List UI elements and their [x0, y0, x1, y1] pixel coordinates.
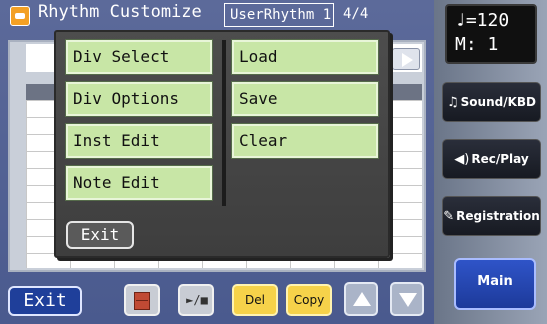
clear-button[interactable]: Clear	[231, 123, 379, 159]
music-note-icon: ♫	[446, 94, 459, 110]
sound-kbd-label: Sound/KBD	[460, 95, 536, 109]
cabinet-icon	[134, 292, 150, 310]
registration-label: Registration	[456, 209, 540, 223]
div-options-button[interactable]: Div Options	[65, 81, 213, 117]
div-select-button[interactable]: Div Select	[65, 39, 213, 75]
exit-button[interactable]: Exit	[8, 286, 82, 316]
scroll-down-button[interactable]	[390, 282, 424, 316]
sound-kbd-button[interactable]: ♫ Sound/KBD	[442, 82, 541, 122]
arrow-up-icon	[353, 292, 371, 306]
time-signature: 4/4	[343, 6, 369, 22]
registration-icon: ✎	[443, 208, 455, 224]
measure-readout: M: 1	[455, 34, 499, 55]
play-stop-icon: ►/■	[186, 293, 208, 307]
play-stop-button[interactable]: ►/■	[178, 284, 214, 316]
page-title: Rhythm Customize	[38, 2, 202, 22]
main-button[interactable]: Main	[454, 258, 536, 310]
copy-button[interactable]: Copy	[286, 284, 332, 316]
title-bar: Rhythm Customize UserRhythm 1 4/4	[0, 0, 434, 34]
speaker-icon: ◀)	[454, 151, 470, 167]
main-screen: Rhythm Customize UserRhythm 1 4/4 Div Se…	[0, 0, 434, 324]
inst-edit-button[interactable]: Inst Edit	[65, 123, 213, 159]
tempo-display: ♩=120 M: 1	[445, 4, 537, 64]
save-button[interactable]: Save	[231, 81, 379, 117]
scroll-right-icon[interactable]	[392, 48, 420, 70]
side-panel: ♩=120 M: 1 ♫ Sound/KBD ◀) Rec/Play ✎ Reg…	[434, 0, 547, 324]
delete-button[interactable]: Del	[232, 284, 278, 316]
note-edit-button[interactable]: Note Edit	[65, 165, 213, 201]
registration-button[interactable]: ✎ Registration	[442, 196, 541, 236]
rhythm-name-field[interactable]: UserRhythm 1	[224, 3, 334, 27]
load-button[interactable]: Load	[231, 39, 379, 75]
tempo-readout: ♩=120	[455, 10, 510, 31]
cabinet-button[interactable]	[124, 284, 160, 316]
rec-play-button[interactable]: ◀) Rec/Play	[442, 139, 541, 179]
rhythm-icon	[10, 6, 30, 26]
menu-divider	[222, 40, 226, 206]
scroll-up-button[interactable]	[344, 282, 378, 316]
rec-play-label: Rec/Play	[471, 152, 529, 166]
popup-exit-button[interactable]: Exit	[66, 221, 134, 249]
arrow-down-icon	[399, 293, 417, 307]
